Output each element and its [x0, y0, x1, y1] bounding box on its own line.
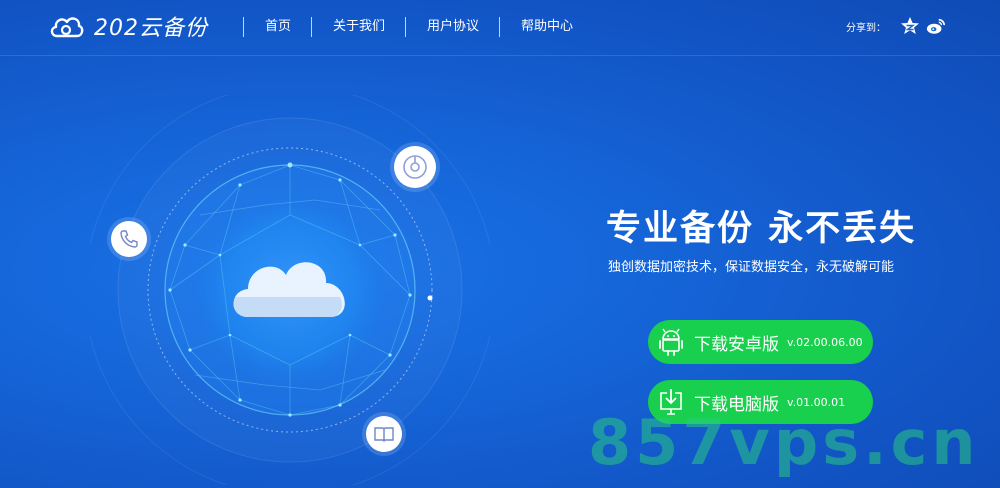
qzone-star-icon[interactable] [900, 16, 920, 36]
main-nav: 首页 关于我们 用户协议 帮助中心 [243, 17, 593, 37]
android-icon [659, 328, 683, 356]
download-android-version: v.02.00.06.00 [787, 335, 863, 349]
book-icon [366, 416, 402, 452]
logo[interactable]: 202云备份 [48, 10, 208, 42]
header: 202云备份 首页 关于我们 用户协议 帮助中心 分享到： [0, 0, 1000, 56]
cloud-logo-icon [50, 17, 84, 38]
phone-icon [111, 221, 147, 257]
nav-item-agreement[interactable]: 用户协议 [405, 17, 499, 37]
share-label: 分享到： [846, 22, 886, 34]
nav-item-help[interactable]: 帮助中心 [499, 17, 593, 37]
download-android-button[interactable]: 下载安卓版 v.02.00.06.00 [648, 320, 873, 364]
nav-item-home[interactable]: 首页 [243, 17, 311, 37]
download-android-label: 下载安卓版 [694, 334, 779, 355]
weibo-icon[interactable] [926, 16, 946, 36]
hero-subtitle: 独创数据加密技术，保证数据安全，永无破解可能 [608, 260, 895, 275]
nav-item-about[interactable]: 关于我们 [311, 17, 405, 37]
music-disc-icon [394, 146, 436, 188]
hero-title: 专业备份 永不丢失 [606, 209, 917, 249]
share-bar: 分享到： [846, 16, 946, 36]
logo-text: 202云备份 [94, 16, 208, 41]
watermark-text: 857vps.cn [588, 406, 980, 479]
